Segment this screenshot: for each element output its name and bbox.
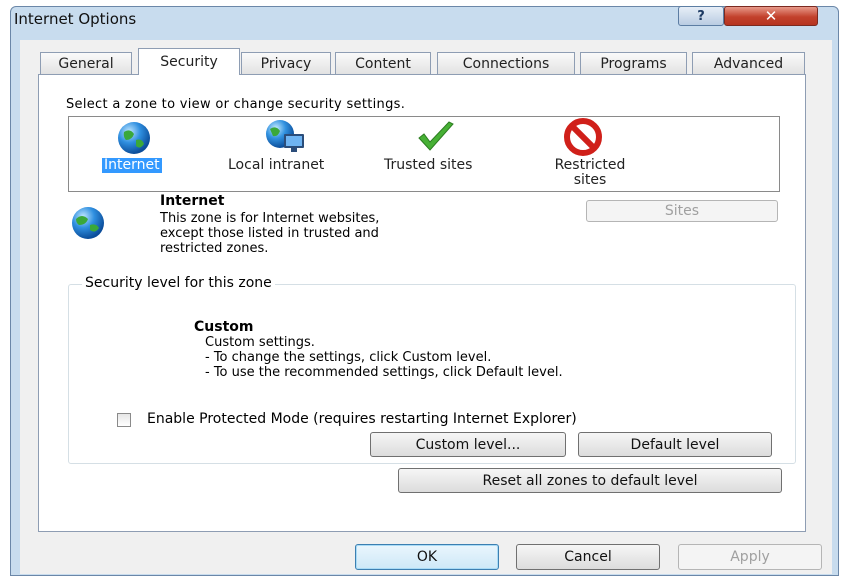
zone-info-description: This zone is for Internet websites, exce…	[160, 211, 380, 256]
tab-connections[interactable]: Connections	[437, 52, 575, 74]
tab-privacy[interactable]: Privacy	[241, 52, 331, 74]
restricted-icon	[564, 118, 602, 156]
custom-level-button[interactable]: Custom level...	[370, 432, 566, 457]
sites-button[interactable]: Sites	[586, 200, 778, 222]
zone-item-restricted-sites[interactable]: Restricted sites	[536, 118, 646, 188]
cancel-button[interactable]: Cancel	[516, 544, 660, 570]
default-level-button[interactable]: Default level	[578, 432, 772, 457]
tab-general[interactable]: General	[40, 52, 132, 74]
security-level-description: Custom settings. - To change the setting…	[205, 335, 563, 380]
help-button[interactable]: ?	[678, 6, 724, 26]
zone-label-local-intranet: Local intranet	[228, 157, 325, 173]
zone-item-internet[interactable]: Internet	[96, 118, 196, 182]
tab-programs[interactable]: Programs	[580, 52, 687, 74]
zone-label-restricted-sites: Restricted sites	[554, 157, 626, 188]
checkmark-icon	[418, 121, 454, 151]
security-level-legend: Security level for this zone	[82, 275, 275, 291]
window-title: Internet Options	[14, 10, 137, 28]
zone-item-trusted-sites[interactable]: Trusted sites	[380, 118, 510, 182]
apply-button[interactable]: Apply	[678, 544, 822, 570]
intranet-icon	[266, 120, 304, 152]
zone-prompt: Select a zone to view or change security…	[66, 97, 406, 112]
reset-all-zones-button[interactable]: Reset all zones to default level	[398, 468, 782, 493]
tab-security[interactable]: Security	[138, 48, 240, 75]
zone-info-title: Internet	[160, 193, 225, 209]
tab-content[interactable]: Content	[335, 52, 431, 74]
zone-label-internet: Internet	[102, 157, 162, 173]
tab-advanced[interactable]: Advanced	[692, 52, 805, 74]
close-button[interactable]: ✕	[724, 6, 818, 26]
zone-item-local-intranet[interactable]: Local intranet	[224, 118, 364, 182]
globe-icon	[72, 207, 104, 239]
security-level-title: Custom	[194, 319, 254, 335]
globe-icon	[118, 122, 150, 154]
zone-label-trusted-sites: Trusted sites	[384, 157, 473, 173]
ok-button[interactable]: OK	[355, 544, 499, 570]
protected-mode-label[interactable]: Enable Protected Mode (requires restarti…	[147, 411, 577, 427]
protected-mode-checkbox[interactable]	[117, 413, 131, 427]
